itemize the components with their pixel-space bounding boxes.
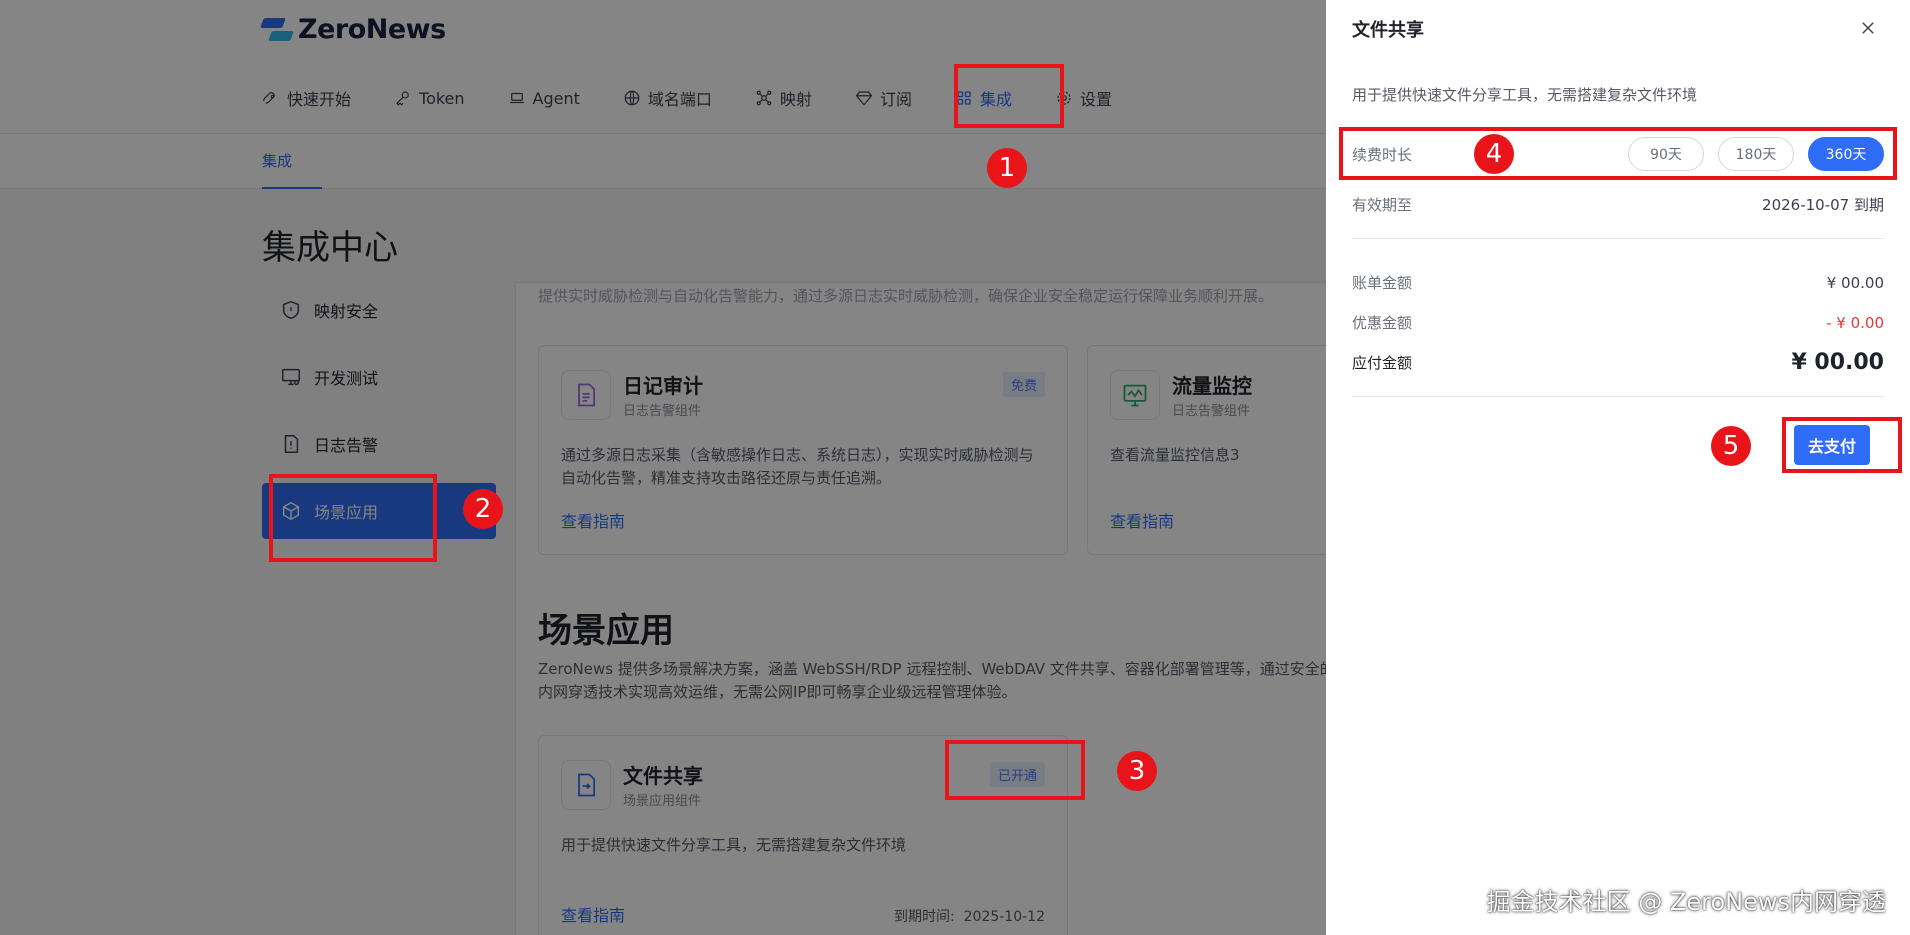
discount-label: 优惠金额 <box>1352 314 1413 332</box>
watermark: 掘金技术社区 @ ZeroNews内网穿透 <box>1486 888 1886 916</box>
payable-label: 应付金额 <box>1352 354 1413 372</box>
divider <box>1352 396 1884 397</box>
close-button[interactable] <box>1856 16 1880 40</box>
annotation-number-1: 1 <box>987 148 1027 188</box>
discount-value: - ¥ 0.00 <box>1826 313 1884 332</box>
payable-value: ¥ 00.00 <box>1791 350 1884 375</box>
annotation-box-4 <box>1339 127 1897 180</box>
annotation-number-4: 4 <box>1474 134 1514 174</box>
valid-until-label: 有效期至 <box>1352 196 1413 214</box>
annotation-number-5: 5 <box>1711 426 1751 466</box>
annotation-number-3: 3 <box>1117 751 1157 791</box>
bill-amount-label: 账单金额 <box>1352 274 1413 292</box>
payable-row: 应付金额 ¥ 00.00 <box>1352 350 1884 375</box>
valid-until-value: 2026-10-07 到期 <box>1762 196 1884 214</box>
valid-until-row: 有效期至 2026-10-07 到期 <box>1352 194 1884 215</box>
modal-backdrop[interactable] <box>0 0 1326 935</box>
close-icon <box>1862 22 1874 34</box>
drawer-title: 文件共享 <box>1352 20 1424 41</box>
annotation-number-2: 2 <box>463 489 503 529</box>
bill-amount-row: 账单金额 ¥ 00.00 <box>1352 272 1884 293</box>
annotation-box-2 <box>269 474 437 562</box>
divider <box>1352 238 1884 239</box>
annotation-box-3 <box>945 740 1085 800</box>
annotation-box-5 <box>1782 417 1902 473</box>
discount-row: 优惠金额 - ¥ 0.00 <box>1352 312 1884 333</box>
drawer-description: 用于提供快速文件分享工具，无需搭建复杂文件环境 <box>1352 86 1698 104</box>
bill-amount-value: ¥ 00.00 <box>1826 273 1884 292</box>
annotation-box-1 <box>954 64 1064 128</box>
